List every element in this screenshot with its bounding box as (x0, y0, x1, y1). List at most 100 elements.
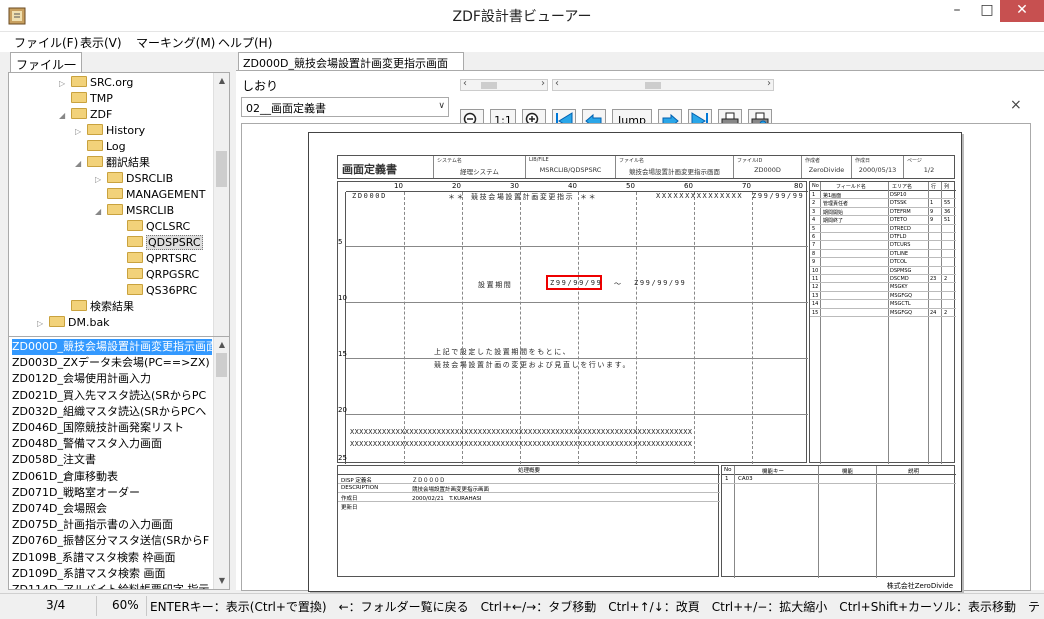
tree-scroll-thumb[interactable] (216, 151, 227, 187)
bookmark-label: しおり (242, 79, 279, 93)
expand-arrow-icon[interactable]: ◢ (59, 108, 71, 124)
func-col-key: 機能キー (762, 469, 785, 475)
tree-item-label: QCLSRC (146, 220, 191, 233)
expand-arrow-icon[interactable]: ◢ (75, 156, 87, 172)
ruler-row-label: 25 (338, 454, 347, 462)
file-list-item[interactable]: ZD071D_戦略室オーダー (12, 485, 212, 501)
header-key: LIB/FILE (529, 157, 549, 163)
minimize-button[interactable]: – (942, 0, 972, 22)
file-list-item[interactable]: ZD048D_警備マスタ入力画面 (12, 436, 212, 452)
close-window-button[interactable]: ✕ (1000, 0, 1044, 22)
tree-item[interactable]: ▷ History (75, 123, 145, 139)
screen-x-field: XXXXXXXXXXXXXXX (656, 192, 744, 200)
file-list[interactable]: ZD000D_競技会場設置計画変更指示画面 ZD003D_ZXデータ未会場(PC=… (8, 336, 230, 590)
status-help-text: ENTERキー：表示(Ctrl+で置換) ←：フォルダー覧に戻る Ctrl+←/… (150, 600, 1040, 614)
file-list-item[interactable]: ZD046D_国際競技計画発案リスト (12, 420, 212, 436)
process-row: DISP 定義名 ＺＤ０００Ｄ (338, 475, 720, 484)
hscroll-thumb-1[interactable] (481, 82, 497, 89)
tree-item[interactable]: QS36PRC (115, 283, 197, 299)
screen-title: ＊＊ 競技会場設置計画変更指示 ＊＊ (448, 193, 598, 201)
tree-item[interactable]: ▷ SRC.org (59, 75, 133, 91)
file-list-item[interactable]: ZD109D_系譜マスタ検索 画面 (12, 566, 212, 582)
field-cell: 4 (812, 217, 816, 224)
tree-item[interactable]: ▷ DSRCLIB (95, 171, 173, 187)
field-row: 3 期間開始 DTEFRM 9 36 (810, 208, 956, 217)
scroll-right-icon[interactable]: › (541, 78, 545, 89)
scroll-down-icon[interactable]: ▼ (214, 573, 229, 589)
file-list-item[interactable]: ZD114D_アルバイト給料帳票印字 指示 (12, 582, 212, 589)
tree-item[interactable]: QDSPSRC (115, 235, 203, 251)
status-separator (146, 596, 147, 616)
field-cell: 7 (812, 242, 816, 249)
menu-marking[interactable]: マーキング(M) (136, 34, 215, 51)
filelist-scrollbar[interactable]: ▲ ▼ (213, 337, 229, 589)
scroll-left-icon[interactable]: ‹ (463, 78, 467, 89)
expand-arrow-icon[interactable]: ▷ (59, 76, 71, 92)
tab-document[interactable]: ZD000D_競技会場設置計画変更指示画面 (238, 52, 464, 70)
toolbar-hscroll-2[interactable]: ‹ › (552, 78, 774, 91)
header-value: ZeroDivide (808, 166, 845, 174)
field-cell: DTFLD (890, 234, 907, 240)
menu-file[interactable]: ファイル(F) (14, 34, 78, 51)
status-zoom: 60% (112, 598, 139, 612)
hscroll-thumb-2[interactable] (645, 82, 661, 89)
expand-arrow-icon[interactable]: ◢ (95, 204, 107, 220)
header-cell-fileid: ファイルID ZD000D (734, 156, 802, 178)
tree-item[interactable]: QPRTSRC (115, 251, 197, 267)
file-list-item[interactable]: ZD058D_注文書 (12, 452, 212, 468)
file-list-item[interactable]: ZD076D_振替区分マスタ送信(SRからF (12, 533, 212, 549)
scroll-left-icon[interactable]: ‹ (555, 78, 559, 89)
header-value: 競技会場設置計画変更指示画面 (629, 168, 720, 176)
tree-item[interactable]: ◢ 翻訳結果 (75, 155, 150, 171)
maximize-button[interactable]: □ (972, 0, 1002, 22)
file-list-item[interactable]: ZD061D_倉庫移動表 (12, 469, 212, 485)
field-row: 9 DTCOL (810, 258, 956, 267)
expand-arrow-icon[interactable]: ▷ (75, 124, 87, 140)
screen-file-id: ZD000D (352, 192, 387, 200)
header-cell-date: 作成日 2000/05/13 (852, 156, 904, 178)
expand-arrow-icon[interactable]: ▷ (95, 172, 107, 188)
close-document-icon[interactable]: × (1010, 97, 1022, 113)
field-cell: 3 (812, 208, 816, 215)
tree-item[interactable]: ◢ MSRCLIB (95, 203, 174, 219)
grid-line (346, 358, 808, 359)
tree-item-label: 検索結果 (90, 300, 134, 313)
tree-item[interactable]: ▷ DM.bak (37, 315, 110, 331)
toolbar-hscroll-1[interactable]: ‹ › (460, 78, 548, 91)
field-row: 10 DSPMSG (810, 267, 956, 275)
file-list-item[interactable]: ZD074D_会場照会 (12, 501, 212, 517)
file-list-item[interactable]: ZD109B_系譜マスタ検索 枠画面 (12, 550, 212, 566)
tab-file-list[interactable]: ファイル一覧 (10, 52, 82, 89)
scroll-up-icon[interactable]: ▲ (214, 337, 229, 353)
preview-canvas[interactable]: 画面定義書 システム名 経理システム LIB/FILE MSRCLIB/QDSPSR… (241, 123, 1031, 592)
tree-item[interactable]: MANAGEMENT (95, 187, 205, 203)
field-cell: 15 (812, 309, 819, 316)
file-list-item[interactable]: ZD075D_計画指示書の入力画面 (12, 517, 212, 533)
file-list-item[interactable]: ZD012D_会場使用計画入力 (12, 371, 212, 387)
file-list-item[interactable]: ZD000D_競技会場設置計画変更指示画面 (12, 339, 212, 355)
filelist-scroll-thumb[interactable] (216, 353, 227, 377)
func-col-no: No (724, 467, 732, 473)
scroll-up-icon[interactable]: ▲ (214, 73, 229, 89)
process-row: DESCRIPTION 競技会場設置計画変更指示画面 (338, 484, 720, 493)
tree-item[interactable]: QCLSRC (115, 219, 190, 235)
header-key: ファイル名 (619, 158, 645, 164)
company-name: 株式会社ZeroDivide (886, 582, 953, 590)
tree-item-label: 翻訳結果 (106, 156, 150, 169)
expand-arrow-icon[interactable]: ▷ (37, 316, 49, 332)
period-from: Z99/99/99 (550, 279, 603, 287)
tree-item[interactable]: Log (75, 139, 126, 155)
menu-view[interactable]: 表示(V) (80, 34, 122, 51)
bookmark-select[interactable]: 02__画面定義書 ∨ (241, 97, 449, 117)
tree-item[interactable]: 検索結果 (59, 299, 134, 315)
scroll-right-icon[interactable]: › (767, 78, 771, 89)
file-list-item[interactable]: ZD003D_ZXデータ未会場(PC==>ZX) (12, 355, 212, 371)
file-list-item[interactable]: ZD021D_買入先マスタ読込(SRからPC (12, 388, 212, 404)
tree-item[interactable]: QRPGSRC (115, 267, 199, 283)
menu-help[interactable]: ヘルプ(H) (218, 34, 272, 51)
field-cell: 10 (812, 267, 819, 274)
tree-item[interactable]: ◢ ZDF (59, 107, 112, 123)
tree-item[interactable]: TMP (59, 91, 113, 107)
grid-line (578, 192, 579, 464)
file-list-item[interactable]: ZD032D_組織マスタ読込(SRからPCへ (12, 404, 212, 420)
